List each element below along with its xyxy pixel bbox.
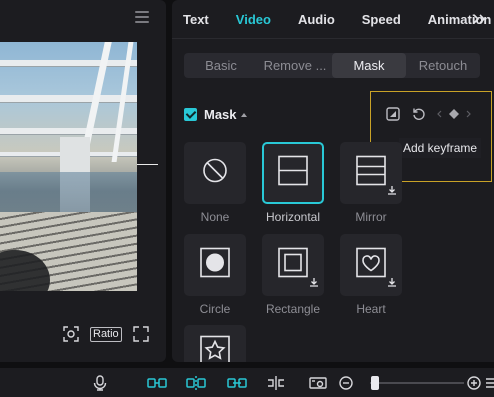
add-keyframe-tooltip: Add keyframe (399, 138, 482, 158)
tab-video[interactable]: Video (236, 12, 271, 27)
rectangle-mask-icon (277, 247, 309, 284)
mask-label-horizontal: Horizontal (265, 210, 321, 224)
heart-mask-icon (355, 247, 387, 284)
properties-panel: Text Video Audio Speed Animation Basic R… (172, 0, 494, 362)
video-frame (0, 42, 137, 291)
mask-label-heart: Heart (356, 302, 386, 316)
ratio-button[interactable]: Ratio (90, 326, 122, 342)
mask-label-rectangle: Rectangle (265, 302, 321, 316)
fit-screen-icon[interactable] (62, 325, 80, 343)
subtab-mask[interactable]: Mask (332, 53, 406, 78)
mask-guide-line[interactable] (137, 164, 158, 165)
auto-snap-icon[interactable] (186, 375, 206, 391)
horizontal-mask-icon (277, 155, 309, 192)
download-icon (387, 274, 397, 292)
mask-option-star[interactable] (184, 325, 246, 362)
mask-section-header: Mask (184, 107, 247, 122)
mask-option-rectangle[interactable] (262, 234, 324, 296)
star-mask-icon (199, 335, 231, 362)
video-subtabs: Basic Remove ... Mask Retouch (184, 53, 480, 78)
mask-option-circle[interactable] (184, 234, 246, 296)
zoom-slider-track[interactable] (370, 382, 464, 384)
menu-icon[interactable] (135, 11, 149, 23)
none-icon (201, 157, 229, 190)
mirror-mask-icon (355, 155, 387, 192)
preview-axis-icon[interactable] (309, 375, 327, 391)
zoom-out-icon[interactable] (339, 375, 353, 391)
tab-bar: Text Video Audio Speed Animation (172, 0, 494, 38)
video-preview-panel: Ratio (0, 0, 166, 362)
mask-label-none: None (200, 210, 230, 224)
mask-option-none[interactable] (184, 142, 246, 204)
tab-speed[interactable]: Speed (362, 12, 401, 27)
zoom-in-icon[interactable] (467, 375, 481, 391)
tab-text[interactable]: Text (183, 12, 209, 27)
mask-option-horizontal[interactable] (262, 142, 324, 204)
collapse-icon[interactable] (240, 112, 247, 117)
subtab-retouch[interactable]: Retouch (406, 53, 480, 78)
mask-checkbox[interactable] (184, 108, 197, 121)
timeline-toolbar (0, 368, 494, 397)
subtab-basic[interactable]: Basic (184, 53, 258, 78)
mask-label-mirror: Mirror (355, 210, 387, 224)
tab-audio[interactable]: Audio (298, 12, 335, 27)
mask-title: Mask (204, 107, 237, 122)
split-preview-icon[interactable] (266, 375, 286, 391)
mask-label-circle: Circle (199, 302, 231, 316)
download-icon (387, 182, 397, 200)
main-track-magnet-icon[interactable] (147, 375, 167, 391)
more-tabs-icon[interactable] (472, 12, 486, 26)
linkage-icon[interactable] (227, 375, 247, 391)
zoom-slider-handle[interactable] (370, 376, 379, 390)
mask-option-mirror[interactable] (340, 142, 402, 204)
download-icon (309, 274, 319, 292)
mask-option-heart[interactable] (340, 234, 402, 296)
microphone-icon[interactable] (93, 375, 107, 391)
circle-mask-icon (199, 247, 231, 284)
fit-timeline-icon[interactable] (484, 375, 494, 391)
subtab-remove[interactable]: Remove ... (258, 53, 332, 78)
fullscreen-icon[interactable] (132, 325, 150, 343)
